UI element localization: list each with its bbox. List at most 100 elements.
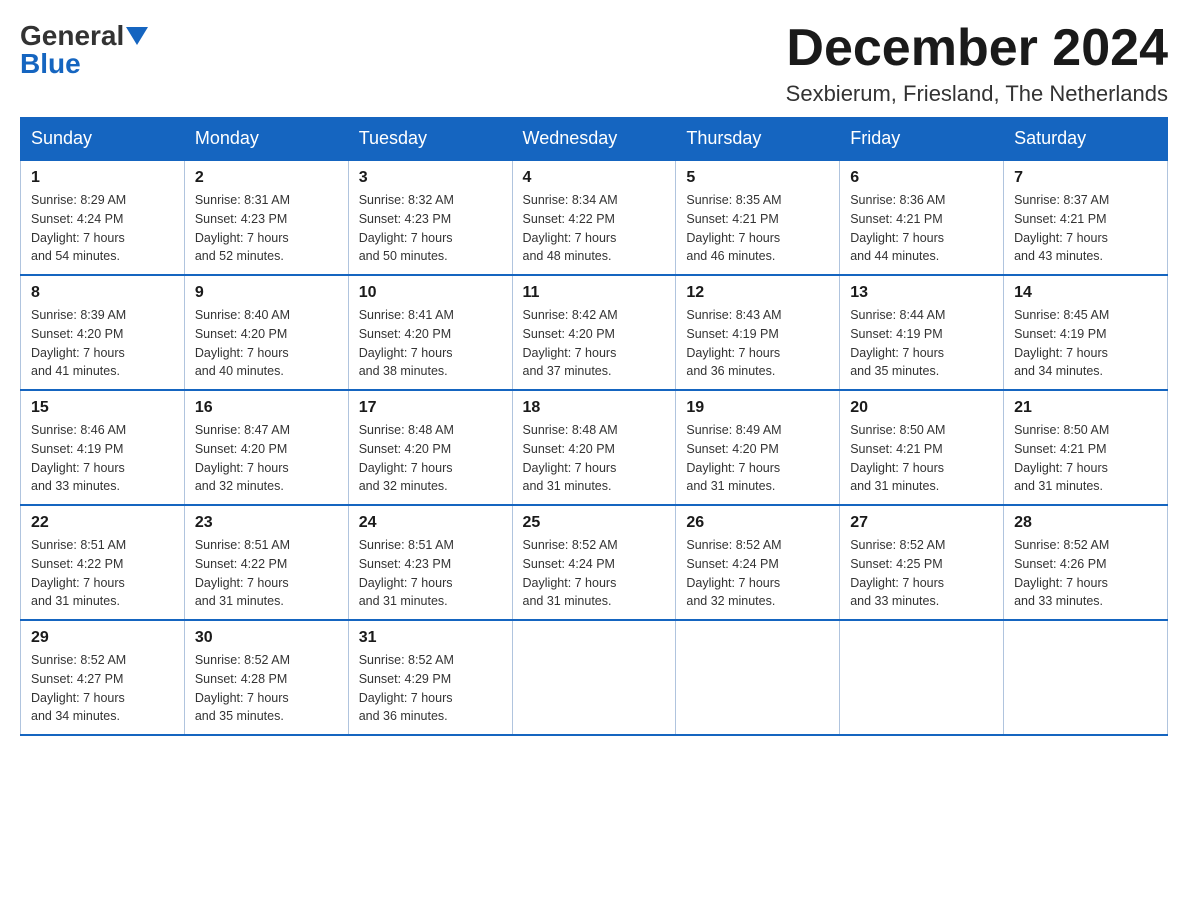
day-info: Sunrise: 8:50 AMSunset: 4:21 PMDaylight:… bbox=[1014, 421, 1157, 496]
calendar-cell bbox=[512, 620, 676, 735]
calendar-cell: 4Sunrise: 8:34 AMSunset: 4:22 PMDaylight… bbox=[512, 160, 676, 275]
calendar-cell: 12 Sunrise: 8:43 AMSunset: 4:19 PMDayligh… bbox=[676, 275, 840, 390]
day-info: Sunrise: 8:44 AMSunset: 4:19 PMDaylight:… bbox=[850, 306, 993, 381]
day-number: 2 bbox=[195, 169, 338, 187]
day-info: Sunrise: 8:51 AMSunset: 4:23 PMDaylight:… bbox=[359, 536, 502, 611]
day-info: Sunrise: 8:45 AMSunset: 4:19 PMDaylight:… bbox=[1014, 306, 1157, 381]
calendar-cell: 30Sunrise: 8:52 AMSunset: 4:28 PMDayligh… bbox=[184, 620, 348, 735]
calendar-week-row: 29 Sunrise: 8:52 AMSunset: 4:27 PMDayligh… bbox=[21, 620, 1168, 735]
day-info: Sunrise: 8:47 AMSunset: 4:20 PMDaylight:… bbox=[195, 421, 338, 496]
calendar-cell: 3 Sunrise: 8:32 AMSunset: 4:23 PMDaylight… bbox=[348, 160, 512, 275]
calendar-cell: 19 Sunrise: 8:49 AMSunset: 4:20 PMDayligh… bbox=[676, 390, 840, 505]
day-number: 7 bbox=[1014, 169, 1157, 187]
day-number: 21 bbox=[1014, 399, 1157, 417]
day-info: Sunrise: 8:46 AMSunset: 4:19 PMDaylight:… bbox=[31, 421, 174, 496]
calendar-cell: 13Sunrise: 8:44 AMSunset: 4:19 PMDayligh… bbox=[840, 275, 1004, 390]
calendar-cell: 26 Sunrise: 8:52 AMSunset: 4:24 PMDayligh… bbox=[676, 505, 840, 620]
calendar-cell: 8Sunrise: 8:39 AMSunset: 4:20 PMDaylight… bbox=[21, 275, 185, 390]
calendar-cell: 24 Sunrise: 8:51 AMSunset: 4:23 PMDayligh… bbox=[348, 505, 512, 620]
day-number: 25 bbox=[523, 514, 666, 532]
day-info: Sunrise: 8:42 AMSunset: 4:20 PMDaylight:… bbox=[523, 306, 666, 381]
day-number: 20 bbox=[850, 399, 993, 417]
day-number: 28 bbox=[1014, 514, 1157, 532]
day-number: 19 bbox=[686, 399, 829, 417]
day-info: Sunrise: 8:37 AMSunset: 4:21 PMDaylight:… bbox=[1014, 191, 1157, 266]
calendar-week-row: 15 Sunrise: 8:46 AMSunset: 4:19 PMDayligh… bbox=[21, 390, 1168, 505]
calendar-cell: 2 Sunrise: 8:31 AMSunset: 4:23 PMDaylight… bbox=[184, 160, 348, 275]
day-info: Sunrise: 8:32 AMSunset: 4:23 PMDaylight:… bbox=[359, 191, 502, 266]
day-number: 9 bbox=[195, 284, 338, 302]
day-number: 17 bbox=[359, 399, 502, 417]
calendar-cell: 22 Sunrise: 8:51 AMSunset: 4:22 PMDayligh… bbox=[21, 505, 185, 620]
day-info: Sunrise: 8:52 AMSunset: 4:26 PMDaylight:… bbox=[1014, 536, 1157, 611]
day-number: 4 bbox=[523, 169, 666, 187]
day-number: 1 bbox=[31, 169, 174, 187]
calendar-cell: 15 Sunrise: 8:46 AMSunset: 4:19 PMDayligh… bbox=[21, 390, 185, 505]
day-info: Sunrise: 8:50 AMSunset: 4:21 PMDaylight:… bbox=[850, 421, 993, 496]
calendar-cell bbox=[676, 620, 840, 735]
logo-blue-text: Blue bbox=[20, 48, 81, 79]
day-info: Sunrise: 8:52 AMSunset: 4:27 PMDaylight:… bbox=[31, 651, 174, 726]
page-header: General Blue December 2024 Sexbierum, Fr… bbox=[20, 20, 1168, 107]
day-info: Sunrise: 8:48 AMSunset: 4:20 PMDaylight:… bbox=[523, 421, 666, 496]
day-number: 23 bbox=[195, 514, 338, 532]
day-number: 15 bbox=[31, 399, 174, 417]
calendar-cell bbox=[1004, 620, 1168, 735]
calendar-cell: 29 Sunrise: 8:52 AMSunset: 4:27 PMDayligh… bbox=[21, 620, 185, 735]
logo-general-text: General bbox=[20, 20, 124, 51]
calendar-cell: 6Sunrise: 8:36 AMSunset: 4:21 PMDaylight… bbox=[840, 160, 1004, 275]
calendar-cell: 11 Sunrise: 8:42 AMSunset: 4:20 PMDayligh… bbox=[512, 275, 676, 390]
calendar-table: SundayMondayTuesdayWednesdayThursdayFrid… bbox=[20, 117, 1168, 736]
day-number: 22 bbox=[31, 514, 174, 532]
calendar-cell bbox=[840, 620, 1004, 735]
calendar-cell: 28 Sunrise: 8:52 AMSunset: 4:26 PMDayligh… bbox=[1004, 505, 1168, 620]
day-number: 12 bbox=[686, 284, 829, 302]
day-number: 26 bbox=[686, 514, 829, 532]
day-info: Sunrise: 8:52 AMSunset: 4:24 PMDaylight:… bbox=[686, 536, 829, 611]
day-info: Sunrise: 8:52 AMSunset: 4:24 PMDaylight:… bbox=[523, 536, 666, 611]
calendar-cell: 21 Sunrise: 8:50 AMSunset: 4:21 PMDayligh… bbox=[1004, 390, 1168, 505]
day-number: 31 bbox=[359, 629, 502, 647]
location-title: Sexbierum, Friesland, The Netherlands bbox=[786, 81, 1168, 107]
title-section: December 2024 Sexbierum, Friesland, The … bbox=[786, 20, 1168, 107]
calendar-cell: 20 Sunrise: 8:50 AMSunset: 4:21 PMDayligh… bbox=[840, 390, 1004, 505]
day-info: Sunrise: 8:49 AMSunset: 4:20 PMDaylight:… bbox=[686, 421, 829, 496]
calendar-cell: 16 Sunrise: 8:47 AMSunset: 4:20 PMDayligh… bbox=[184, 390, 348, 505]
calendar-cell: 10Sunrise: 8:41 AMSunset: 4:20 PMDayligh… bbox=[348, 275, 512, 390]
day-number: 3 bbox=[359, 169, 502, 187]
logo: General Blue bbox=[20, 20, 148, 80]
day-number: 18 bbox=[523, 399, 666, 417]
day-info: Sunrise: 8:29 AMSunset: 4:24 PMDaylight:… bbox=[31, 191, 174, 266]
logo-triangle-icon bbox=[126, 27, 148, 45]
day-info: Sunrise: 8:52 AMSunset: 4:29 PMDaylight:… bbox=[359, 651, 502, 726]
calendar-cell: 27Sunrise: 8:52 AMSunset: 4:25 PMDayligh… bbox=[840, 505, 1004, 620]
calendar-cell: 25 Sunrise: 8:52 AMSunset: 4:24 PMDayligh… bbox=[512, 505, 676, 620]
weekday-header-friday: Friday bbox=[840, 118, 1004, 161]
day-info: Sunrise: 8:41 AMSunset: 4:20 PMDaylight:… bbox=[359, 306, 502, 381]
weekday-header-wednesday: Wednesday bbox=[512, 118, 676, 161]
calendar-cell: 23Sunrise: 8:51 AMSunset: 4:22 PMDayligh… bbox=[184, 505, 348, 620]
calendar-cell: 18 Sunrise: 8:48 AMSunset: 4:20 PMDayligh… bbox=[512, 390, 676, 505]
day-number: 27 bbox=[850, 514, 993, 532]
calendar-week-row: 8Sunrise: 8:39 AMSunset: 4:20 PMDaylight… bbox=[21, 275, 1168, 390]
day-number: 16 bbox=[195, 399, 338, 417]
day-number: 24 bbox=[359, 514, 502, 532]
day-number: 29 bbox=[31, 629, 174, 647]
calendar-cell: 1 Sunrise: 8:29 AMSunset: 4:24 PMDaylight… bbox=[21, 160, 185, 275]
calendar-cell: 7 Sunrise: 8:37 AMSunset: 4:21 PMDaylight… bbox=[1004, 160, 1168, 275]
day-info: Sunrise: 8:43 AMSunset: 4:19 PMDaylight:… bbox=[686, 306, 829, 381]
weekday-header-sunday: Sunday bbox=[21, 118, 185, 161]
calendar-cell: 9 Sunrise: 8:40 AMSunset: 4:20 PMDaylight… bbox=[184, 275, 348, 390]
day-number: 30 bbox=[195, 629, 338, 647]
day-info: Sunrise: 8:31 AMSunset: 4:23 PMDaylight:… bbox=[195, 191, 338, 266]
day-number: 14 bbox=[1014, 284, 1157, 302]
weekday-header-saturday: Saturday bbox=[1004, 118, 1168, 161]
weekday-header-thursday: Thursday bbox=[676, 118, 840, 161]
month-title: December 2024 bbox=[786, 20, 1168, 77]
day-number: 11 bbox=[523, 284, 666, 302]
calendar-week-row: 1 Sunrise: 8:29 AMSunset: 4:24 PMDaylight… bbox=[21, 160, 1168, 275]
day-info: Sunrise: 8:40 AMSunset: 4:20 PMDaylight:… bbox=[195, 306, 338, 381]
day-info: Sunrise: 8:51 AMSunset: 4:22 PMDaylight:… bbox=[31, 536, 174, 611]
weekday-header-tuesday: Tuesday bbox=[348, 118, 512, 161]
day-info: Sunrise: 8:39 AMSunset: 4:20 PMDaylight:… bbox=[31, 306, 174, 381]
